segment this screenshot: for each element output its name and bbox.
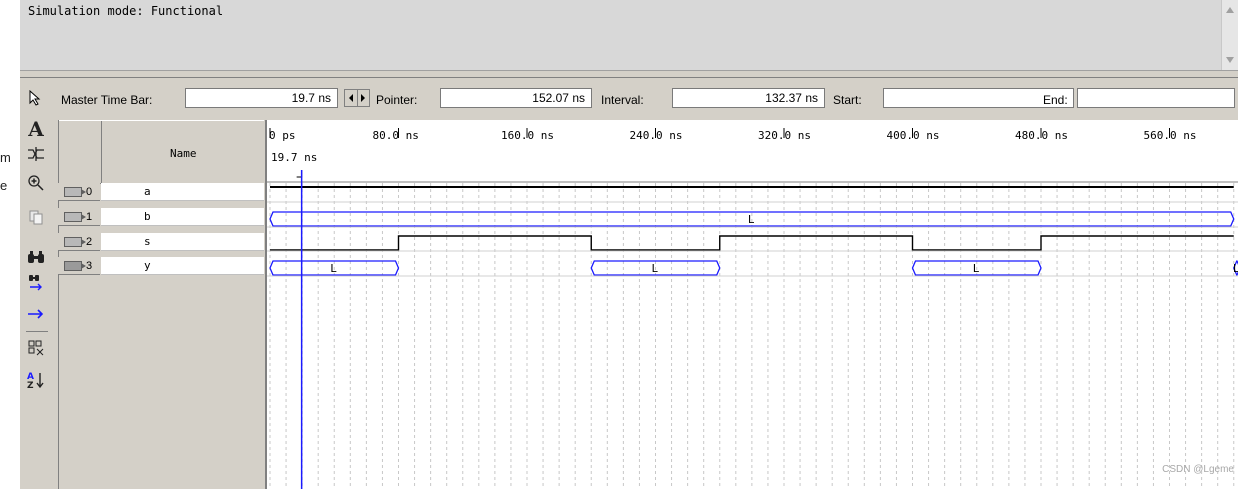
signal-name: s — [101, 233, 264, 251]
scroll-down-icon[interactable] — [1226, 57, 1234, 63]
pane-splitter[interactable] — [20, 71, 1238, 78]
bus-value-label: L — [748, 213, 755, 226]
time-tick-label: 0 ps — [269, 129, 296, 142]
time-bar-stepper[interactable] — [344, 89, 370, 107]
signal-row[interactable]: 1 b — [58, 208, 264, 226]
bus-value-label: L — [973, 262, 980, 275]
sort-icon[interactable]: AZ — [24, 369, 48, 391]
end-field[interactable] — [1077, 88, 1235, 108]
bus-value-label: L — [652, 262, 659, 275]
signal-index: 1 — [86, 210, 93, 223]
step-left-icon[interactable] — [345, 90, 358, 106]
pointer-field[interactable]: 152.07 ns — [440, 88, 592, 108]
cursor-time-label: 19.7 ns — [271, 151, 317, 164]
interval-field[interactable]: 132.37 ns — [672, 88, 825, 108]
copy-icon[interactable] — [24, 206, 48, 228]
find-next-icon[interactable] — [24, 272, 48, 294]
signal-name: a — [101, 183, 264, 201]
message-scrollbar[interactable] — [1221, 0, 1238, 70]
signal-row[interactable]: 3 y — [58, 257, 264, 275]
output-pin-icon — [64, 260, 86, 271]
svg-text:Z: Z — [27, 381, 34, 390]
input-pin-icon — [64, 236, 86, 247]
waveform-canvas[interactable]: 0 ps 80.0 ns 160.0 ns 240.0 ns 320.0 ns 400.0… — [267, 120, 1238, 489]
pointer-label: Pointer: — [376, 93, 418, 107]
name-column-header: Name — [170, 147, 197, 160]
goto-arrow-icon[interactable] — [24, 303, 48, 325]
signal-row[interactable]: 0 a — [58, 183, 264, 201]
zoom-icon[interactable] — [24, 172, 48, 194]
interval-label: Interval: — [601, 93, 644, 107]
signal-index: 0 — [86, 185, 93, 198]
bus-value-label: L — [1233, 262, 1238, 275]
waveform-area[interactable]: 0 ps 80.0 ns 160.0 ns 240.0 ns 320.0 ns 400.0… — [265, 120, 1238, 489]
input-pin-icon — [64, 186, 86, 197]
start-label: Start: — [833, 93, 862, 107]
find-icon[interactable] — [24, 246, 48, 268]
master-time-bar-label: Master Time Bar: — [61, 93, 153, 107]
node-list-header: Name — [58, 120, 264, 184]
left-fragment: m — [0, 150, 11, 165]
waveform-edit-icon[interactable] — [24, 143, 48, 165]
signal-name: b — [101, 208, 264, 226]
signal-index: 2 — [86, 235, 93, 248]
master-time-bar-field[interactable]: 19.7 ns — [185, 88, 338, 108]
scroll-up-icon[interactable] — [1226, 7, 1234, 13]
column-divider — [101, 121, 102, 183]
signal-index: 3 — [86, 259, 93, 272]
grid-snap-icon[interactable] — [24, 337, 48, 359]
watermark: CSDN @Lgeme — [1162, 464, 1234, 475]
select-arrow-icon[interactable] — [28, 89, 42, 106]
end-label: End: — [1043, 93, 1068, 107]
signal-row[interactable]: 2 s — [58, 233, 264, 251]
text-tool-icon[interactable]: A — [24, 117, 48, 141]
input-pin-icon — [64, 211, 86, 222]
left-fragment: e — [0, 178, 8, 193]
grid-border — [58, 120, 59, 489]
signal-name: y — [101, 257, 264, 275]
bus-value-label: L — [330, 262, 337, 275]
time-tick-label: 80.0 ns — [373, 129, 419, 142]
toolbar-separator — [26, 331, 48, 332]
step-right-icon[interactable] — [358, 90, 370, 106]
simulation-mode-text: Simulation mode: Functional — [28, 4, 224, 18]
